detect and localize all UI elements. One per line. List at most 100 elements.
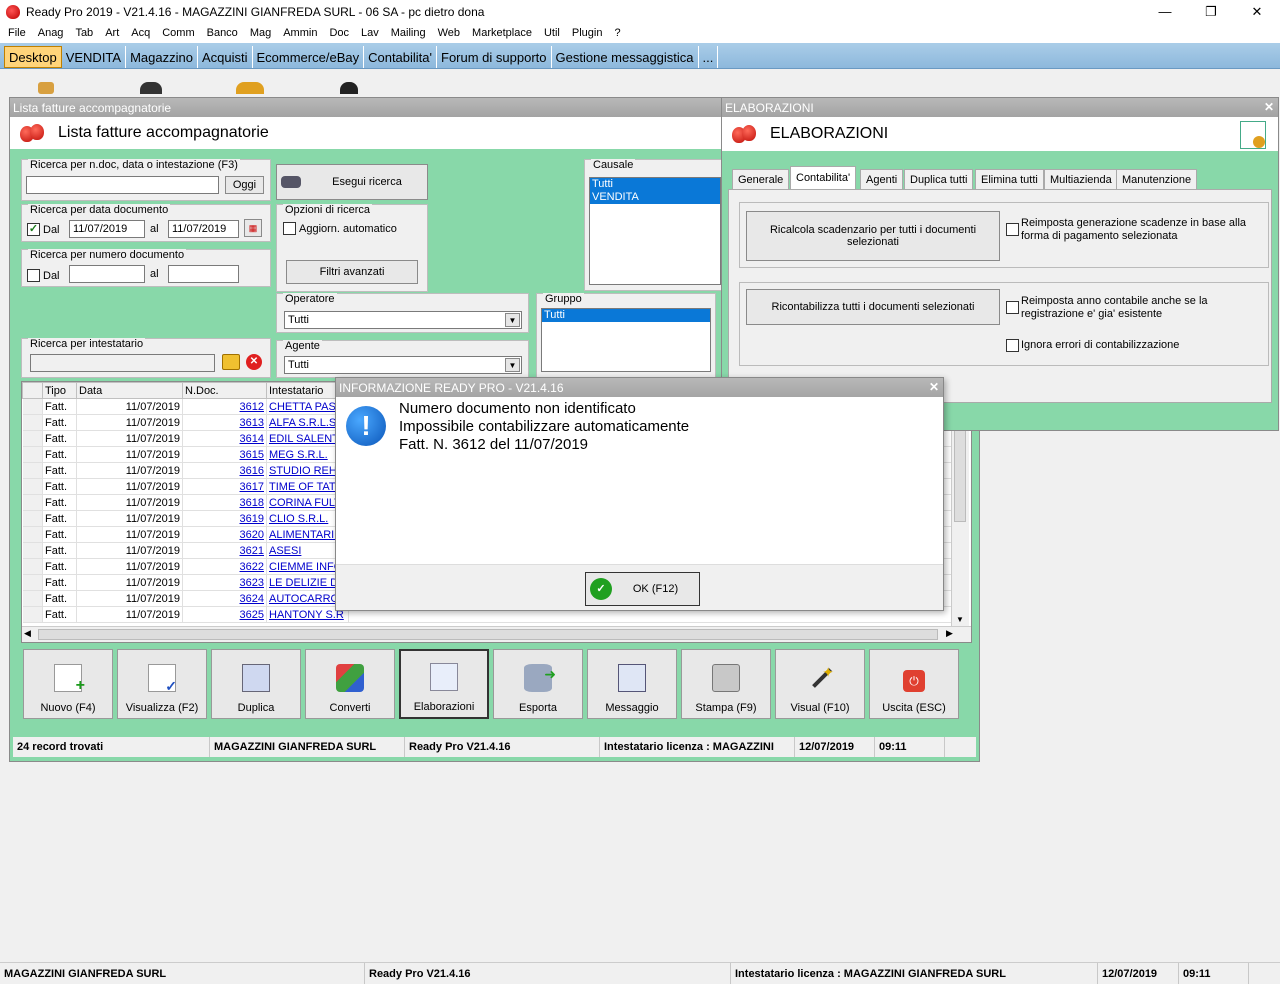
desktop-icon[interactable]	[340, 82, 358, 94]
reimposta-scadenze-checkbox[interactable]	[1006, 223, 1019, 236]
tab-more[interactable]: ...	[699, 46, 719, 68]
converti-button[interactable]: Converti	[305, 649, 395, 719]
ricontabilizza-button[interactable]: Ricontabilizza tutti i documenti selezio…	[746, 289, 1000, 325]
esegui-ricerca-button[interactable]: Esegui ricerca	[276, 164, 428, 200]
num-dal-checkbox[interactable]	[27, 269, 40, 282]
date-to-input[interactable]: 11/07/2019	[168, 220, 239, 238]
aggiorn-checkbox[interactable]	[283, 222, 296, 235]
filtri-avanzati-button[interactable]: Filtri avanzati	[286, 260, 418, 284]
ok-button[interactable]: ✓ OK (F12)	[585, 572, 700, 606]
esporta-button[interactable]: ➜ Esporta	[493, 649, 583, 719]
close-button[interactable]: ✕	[1234, 0, 1280, 23]
clear-icon[interactable]: ✕	[246, 354, 262, 370]
cell-ndoc-link[interactable]: 3617	[240, 481, 264, 493]
menu-acq[interactable]: Acq	[125, 27, 156, 39]
nuovo-button[interactable]: + Nuovo (F4)	[23, 649, 113, 719]
cell-ndoc-link[interactable]: 3621	[240, 545, 264, 557]
cell-intestatario-link[interactable]: MEG S.R.L.	[269, 449, 328, 461]
tab-elimina-tutti[interactable]: Elimina tutti	[975, 169, 1044, 189]
tab-agenti[interactable]: Agenti	[860, 169, 904, 189]
dal-checkbox[interactable]: ✓	[27, 223, 40, 236]
tab-duplica-tutti[interactable]: Duplica tutti	[904, 169, 974, 189]
list-item[interactable]: VENDITA	[590, 191, 720, 204]
cell-ndoc-link[interactable]: 3613	[240, 417, 264, 429]
ignora-errori-checkbox[interactable]	[1006, 339, 1019, 352]
menu-util[interactable]: Util	[538, 27, 566, 39]
scroll-right-icon[interactable]: ▶	[946, 628, 953, 639]
reimposta-anno-checkbox[interactable]	[1006, 301, 1019, 314]
menu-doc[interactable]: Doc	[323, 27, 355, 39]
cell-ndoc-link[interactable]: 3615	[240, 449, 264, 461]
menu-mag[interactable]: Mag	[244, 27, 277, 39]
maximize-button[interactable]: ❐	[1188, 0, 1234, 23]
gruppo-list[interactable]: Tutti	[541, 308, 711, 372]
stampa-button[interactable]: Stampa (F9)	[681, 649, 771, 719]
chevron-down-icon[interactable]: ▼	[505, 313, 520, 327]
cell-ndoc-link[interactable]: 3625	[240, 609, 264, 621]
scrollbar-thumb[interactable]	[38, 629, 938, 640]
tab-desktop[interactable]: Desktop	[4, 46, 62, 68]
tab-forum[interactable]: Forum di supporto	[437, 46, 552, 68]
cell-ndoc-link[interactable]: 3614	[240, 433, 264, 445]
chevron-down-icon[interactable]: ▼	[505, 358, 520, 372]
tab-contabilita[interactable]: Contabilita'	[364, 46, 438, 68]
tab-generale[interactable]: Generale	[732, 169, 790, 189]
causale-list[interactable]: Tutti VENDITA	[589, 177, 721, 285]
cell-ndoc-link[interactable]: 3618	[240, 497, 264, 509]
cell-ndoc-link[interactable]: 3612	[240, 401, 264, 413]
column-header-data[interactable]: Data	[76, 382, 183, 399]
tab-acquisti[interactable]: Acquisti	[198, 46, 253, 68]
cell-intestatario-link[interactable]: TIME OF TATT	[269, 481, 342, 493]
column-header-ndoc[interactable]: N.Doc.	[182, 382, 267, 399]
date-from-input[interactable]: 11/07/2019	[69, 220, 145, 238]
duplica-button[interactable]: Duplica	[211, 649, 301, 719]
menu-help[interactable]: ?	[608, 27, 626, 39]
cell-intestatario-link[interactable]: CORINA FULV	[269, 497, 342, 509]
elaborazioni-button[interactable]: Elaborazioni	[399, 649, 489, 719]
agente-select[interactable]: Tutti ▼	[284, 356, 522, 374]
cell-intestatario-link[interactable]: ASESI	[269, 545, 301, 557]
cell-intestatario-link[interactable]: CIEMME INFO	[269, 561, 342, 573]
calendar-icon[interactable]: ▦	[244, 219, 262, 237]
menu-ammin[interactable]: Ammin	[277, 27, 323, 39]
menu-tab[interactable]: Tab	[69, 27, 99, 39]
cell-intestatario-link[interactable]: HANTONY S.R	[269, 609, 344, 621]
close-icon[interactable]: ✕	[1264, 100, 1274, 114]
scroll-down-icon[interactable]: ▼	[956, 615, 964, 624]
messaggio-button[interactable]: Messaggio	[587, 649, 677, 719]
cell-ndoc-link[interactable]: 3624	[240, 593, 264, 605]
desktop-icon[interactable]	[140, 82, 162, 94]
minimize-button[interactable]: —	[1142, 0, 1188, 23]
menu-banco[interactable]: Banco	[201, 27, 244, 39]
ricalcola-scadenzario-button[interactable]: Ricalcola scadenzario per tutti i docume…	[746, 211, 1000, 261]
cell-intestatario-link[interactable]: CLIO S.R.L.	[269, 513, 328, 525]
list-item[interactable]: Tutti	[542, 309, 710, 322]
horizontal-scrollbar[interactable]: ◀ ▶	[22, 626, 971, 642]
cell-ndoc-link[interactable]: 3619	[240, 513, 264, 525]
menu-comm[interactable]: Comm	[156, 27, 200, 39]
tab-ecommerce[interactable]: Ecommerce/eBay	[253, 46, 365, 68]
menu-web[interactable]: Web	[432, 27, 466, 39]
tab-messaggistica[interactable]: Gestione messaggistica	[552, 46, 699, 68]
menu-file[interactable]: File	[2, 27, 32, 39]
oggi-button[interactable]: Oggi	[225, 176, 264, 194]
cell-ndoc-link[interactable]: 3623	[240, 577, 264, 589]
desktop-icon[interactable]	[236, 82, 264, 94]
num-from-input[interactable]	[69, 265, 145, 283]
menu-art[interactable]: Art	[99, 27, 125, 39]
operatore-select[interactable]: Tutti ▼	[284, 311, 522, 329]
cell-ndoc-link[interactable]: 3622	[240, 561, 264, 573]
list-item[interactable]: Tutti	[590, 178, 720, 191]
menu-marketplace[interactable]: Marketplace	[466, 27, 538, 39]
column-header-tipo[interactable]: Tipo	[42, 382, 77, 399]
menu-mailing[interactable]: Mailing	[385, 27, 432, 39]
desktop-icon[interactable]	[38, 82, 54, 94]
cell-intestatario-link[interactable]: EDIL SALENTI	[269, 433, 342, 445]
menu-anag[interactable]: Anag	[32, 27, 70, 39]
folder-icon[interactable]	[222, 354, 240, 370]
close-icon[interactable]: ✕	[929, 380, 939, 394]
uscita-button[interactable]: ⏻ Uscita (ESC)	[869, 649, 959, 719]
menu-plugin[interactable]: Plugin	[566, 27, 609, 39]
num-to-input[interactable]	[168, 265, 239, 283]
cell-intestatario-link[interactable]: ALFA S.R.L.S.	[269, 417, 339, 429]
